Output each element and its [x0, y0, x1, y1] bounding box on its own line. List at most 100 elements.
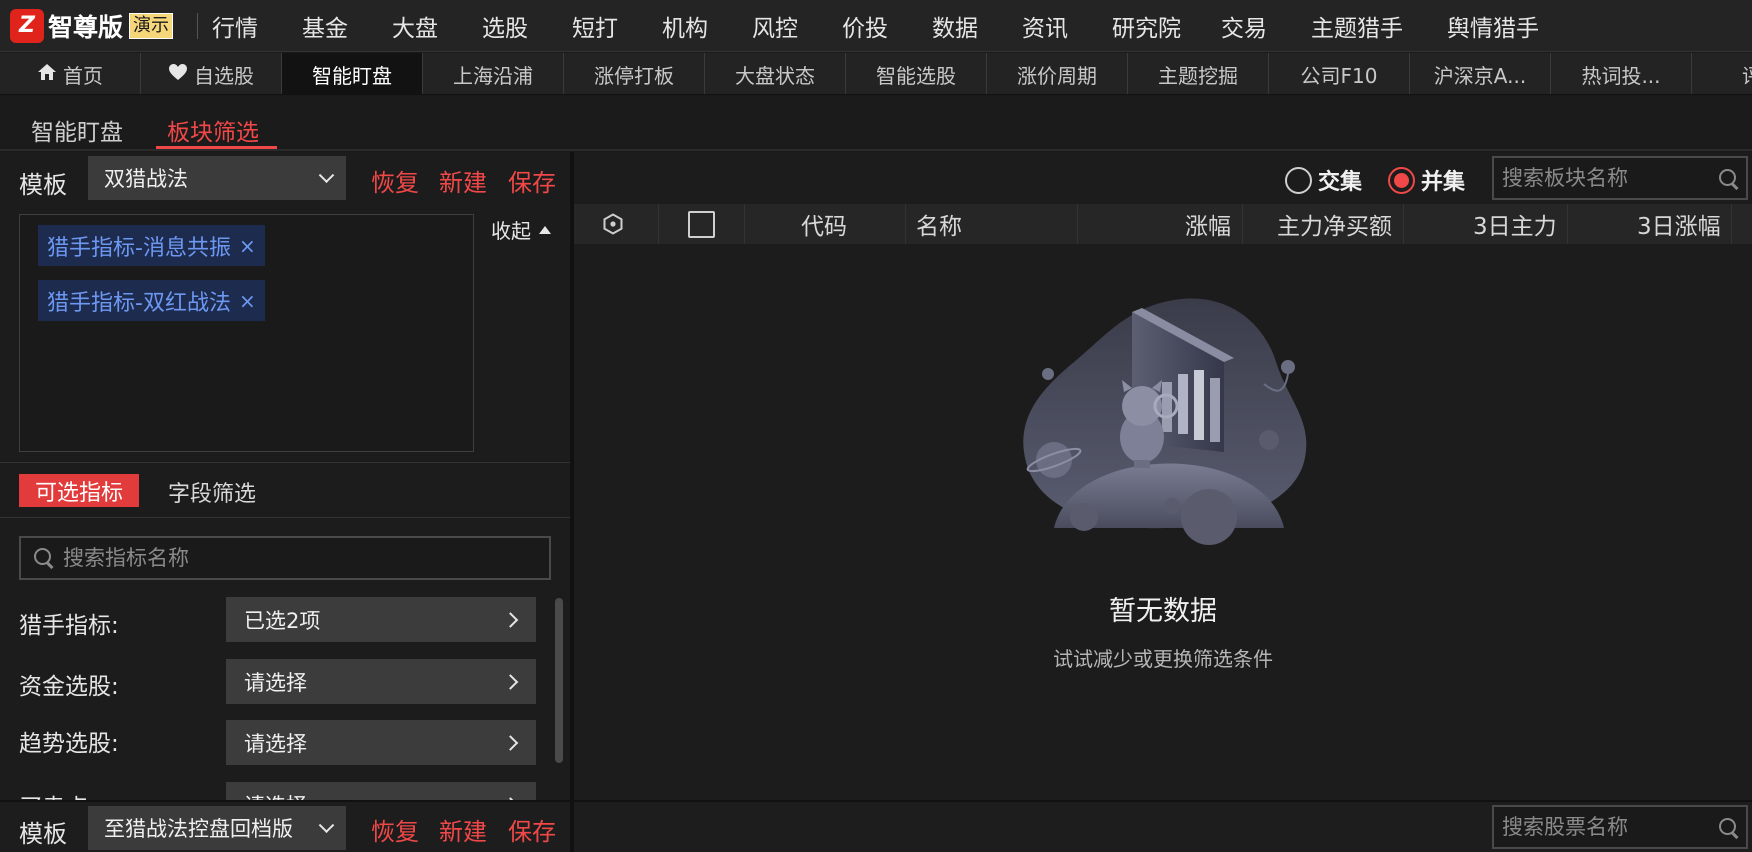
- results-table-header: 代码 名称 涨幅 主力净买额 3日主力 3日涨幅: [574, 204, 1752, 244]
- menu-item-research[interactable]: 研究院: [1112, 9, 1181, 43]
- tab-theme-mining[interactable]: 主题挖掘: [1128, 53, 1269, 94]
- tab-watchlist[interactable]: 自选股: [141, 53, 282, 94]
- settings-hex-icon: [603, 213, 623, 235]
- template-select[interactable]: 双猎战法: [88, 156, 346, 200]
- bottom-template-label: 模板: [19, 820, 67, 848]
- column-3day-main[interactable]: 3日主力: [1473, 204, 1557, 244]
- sector-search[interactable]: [1492, 156, 1748, 200]
- close-icon[interactable]: ×: [239, 289, 256, 313]
- sector-search-input[interactable]: [1502, 166, 1712, 190]
- column-divider: [744, 204, 745, 244]
- menu-item-market[interactable]: 大盘: [392, 9, 438, 43]
- column-main-net-buy[interactable]: 主力净买额: [1277, 204, 1392, 244]
- tab-hot-words[interactable]: 热词投...: [1551, 53, 1692, 94]
- tab-hs-a-shares[interactable]: 沪深京A...: [1410, 53, 1551, 94]
- heart-icon: [168, 62, 188, 86]
- tab-smart-picking[interactable]: 智能选股: [846, 53, 987, 94]
- select-all-checkbox[interactable]: [688, 204, 715, 244]
- indicator-search-input[interactable]: [63, 546, 533, 570]
- menu-item-data[interactable]: 数据: [932, 9, 978, 43]
- search-icon[interactable]: [1718, 168, 1740, 190]
- bottom-save-button[interactable]: 保存: [508, 812, 556, 847]
- section-divider: [0, 517, 570, 518]
- top-menu: 行情 基金 大盘 选股 短打 机构 风控 价投 数据 资讯 研究院 交易 主题猎…: [212, 0, 1583, 52]
- subtab-smart-watch[interactable]: 智能盯盘: [31, 113, 123, 147]
- radio-union[interactable]: 并集: [1388, 164, 1465, 196]
- menu-item-news[interactable]: 资讯: [1022, 9, 1068, 43]
- menu-item-quotes[interactable]: 行情: [212, 9, 258, 43]
- top-menu-bar: Z 智尊版 演示 行情 基金 大盘 选股 短打 机构 风控 价投 数据 资讯 研…: [0, 0, 1752, 52]
- radio-circle: [1285, 166, 1312, 194]
- column-change[interactable]: 涨幅: [1185, 204, 1231, 244]
- tab-home[interactable]: 首页: [0, 53, 141, 94]
- filter-label-hunter: 猎手指标:: [19, 613, 119, 639]
- subtab-sector-filter[interactable]: 板块筛选: [167, 113, 259, 147]
- demo-badge: 演示: [129, 12, 174, 39]
- menu-item-short-term[interactable]: 短打: [572, 9, 618, 43]
- chevron-down-icon: [318, 167, 335, 184]
- tag-label: 猎手指标-双红战法: [47, 290, 231, 316]
- menu-item-theme-hunter[interactable]: 主题猎手: [1311, 9, 1403, 43]
- empty-state-title: 暂无数据: [1109, 596, 1217, 627]
- radio-intersection[interactable]: 交集: [1285, 164, 1362, 196]
- tab-price-cycle[interactable]: 涨价周期: [987, 53, 1128, 94]
- indicator-search[interactable]: [19, 536, 551, 580]
- template-label: 模板: [19, 171, 67, 199]
- section-divider: [0, 462, 570, 463]
- active-subtab-indicator: [156, 146, 277, 149]
- stock-search[interactable]: [1492, 805, 1748, 849]
- column-code[interactable]: 代码: [801, 204, 847, 244]
- filter-value: 已选2项: [244, 608, 321, 633]
- close-icon[interactable]: ×: [239, 234, 256, 258]
- search-icon: [33, 547, 55, 569]
- tab-rating[interactable]: 评级: [1692, 53, 1752, 94]
- column-divider: [905, 204, 906, 244]
- tab-market-status[interactable]: 大盘状态: [705, 53, 846, 94]
- filter-value: 请选择: [244, 731, 307, 756]
- filter-list-scrollbar[interactable]: [555, 598, 563, 763]
- bottom-restore-button[interactable]: 恢复: [371, 812, 419, 847]
- collapse-label: 收起: [491, 219, 531, 243]
- chevron-right-icon: [502, 611, 519, 628]
- radio-circle-selected: [1388, 166, 1415, 194]
- bottom-new-button[interactable]: 新建: [439, 812, 487, 847]
- column-divider: [1077, 204, 1078, 244]
- brand-logo: Z: [10, 8, 44, 43]
- empty-state-subtitle: 试试减少或更换筛选条件: [1053, 647, 1273, 671]
- menu-item-value[interactable]: 价投: [842, 9, 888, 43]
- menu-item-trade[interactable]: 交易: [1221, 9, 1267, 43]
- filter-select-buy-sell[interactable]: 请选择: [226, 782, 536, 800]
- filter-select-trend[interactable]: 请选择: [226, 720, 536, 765]
- tab-available-indicators[interactable]: 可选指标: [19, 474, 139, 507]
- tab-field-filter[interactable]: 字段筛选: [168, 476, 256, 508]
- save-button[interactable]: 保存: [508, 163, 556, 198]
- collapse-toggle[interactable]: 收起: [491, 215, 551, 244]
- selected-indicators-box: 猎手指标-消息共振 × 猎手指标-双红战法 ×: [19, 214, 474, 452]
- menu-item-institutions[interactable]: 机构: [662, 9, 708, 43]
- tab-bar: 首页 自选股 智能盯盘 上海沿浦 涨停打板 大盘状态 智能选股 涨价周期 主题挖…: [0, 53, 1752, 95]
- menu-item-stock-picking[interactable]: 选股: [482, 9, 528, 43]
- new-button[interactable]: 新建: [439, 163, 487, 198]
- menu-item-funds[interactable]: 基金: [302, 9, 348, 43]
- tab-stock-shanghai-yanpu[interactable]: 上海沿浦: [423, 53, 564, 94]
- column-divider: [1567, 204, 1568, 244]
- results-panel: 交集 并集 代码 名称 涨幅 主力净买额 3日主力 3日涨幅: [574, 152, 1752, 800]
- menu-item-risk[interactable]: 风控: [752, 9, 798, 43]
- column-name[interactable]: 名称: [916, 204, 962, 244]
- tab-limit-up[interactable]: 涨停打板: [564, 53, 705, 94]
- restore-button[interactable]: 恢复: [371, 163, 419, 198]
- filter-select-hunter[interactable]: 已选2项: [226, 597, 536, 642]
- tab-smart-watch[interactable]: 智能盯盘: [282, 53, 423, 94]
- tab-company-f10[interactable]: 公司F10: [1269, 53, 1410, 94]
- indicator-tag: 猎手指标-消息共振 ×: [38, 225, 265, 266]
- stock-search-input[interactable]: [1502, 815, 1712, 839]
- search-icon[interactable]: [1718, 817, 1740, 839]
- chevron-right-icon: [502, 673, 519, 690]
- column-settings[interactable]: [602, 204, 624, 244]
- column-3day-change[interactable]: 3日涨幅: [1637, 204, 1721, 244]
- menu-item-sentiment-hunter[interactable]: 舆情猎手: [1447, 9, 1539, 43]
- filter-select-capital[interactable]: 请选择: [226, 659, 536, 704]
- radio-label: 并集: [1421, 170, 1466, 195]
- bottom-template-select[interactable]: 至猎战法控盘回档版: [88, 806, 346, 850]
- brand[interactable]: Z 智尊版 演示: [0, 0, 174, 52]
